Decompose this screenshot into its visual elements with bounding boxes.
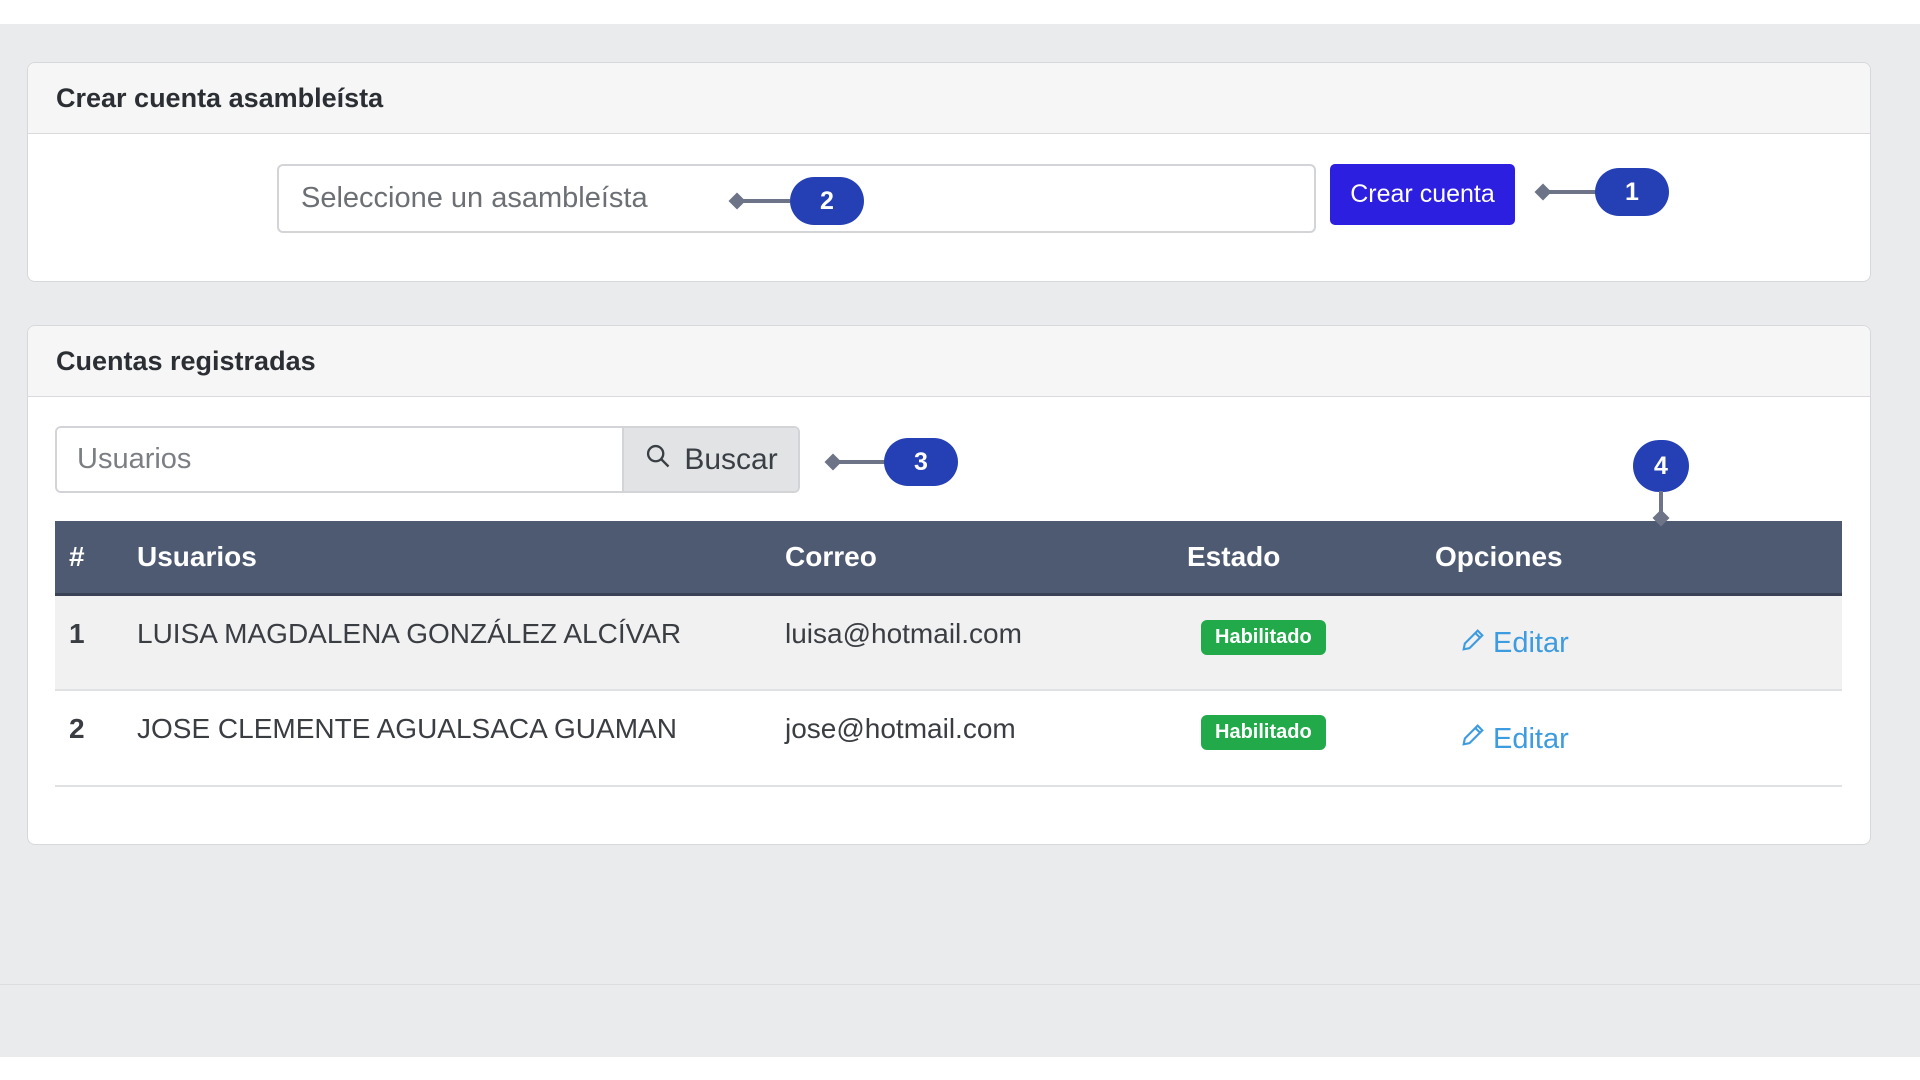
table-row: 2 JOSE CLEMENTE AGUALSACA GUAMAN jose@ho… — [55, 690, 1842, 786]
registered-accounts-title: Cuentas registradas — [28, 326, 1870, 397]
row-name: JOSE CLEMENTE AGUALSACA GUAMAN — [137, 713, 677, 744]
row-options-cell: Editar — [1434, 594, 1842, 690]
row-index: 1 — [69, 617, 85, 649]
pencil-icon — [1459, 721, 1487, 757]
col-users: Usuarios — [136, 521, 784, 596]
edit-link[interactable]: Editar — [1459, 626, 1569, 662]
create-account-title: Crear cuenta asambleísta — [28, 63, 1870, 134]
row-status-cell: Habilitado — [1186, 690, 1434, 786]
accounts-table: # Usuarios Correo Estado Opciones 1 LUIS… — [55, 521, 1842, 787]
row-email: luisa@hotmail.com — [785, 617, 1022, 649]
search-button-label: Buscar — [684, 442, 778, 476]
create-account-button[interactable]: Crear cuenta — [1330, 164, 1515, 225]
table-header-row: # Usuarios Correo Estado Opciones — [55, 521, 1842, 596]
col-options: Opciones — [1434, 521, 1842, 596]
callout-1: 1 — [1595, 168, 1669, 216]
row-email: jose@hotmail.com — [785, 713, 1016, 744]
status-badge: Habilitado — [1201, 619, 1326, 655]
table-row: 1 LUISA MAGDALENA GONZÁLEZ ALCÍVAR luisa… — [55, 594, 1842, 690]
pencil-icon — [1459, 626, 1487, 662]
callout-3: 3 — [884, 438, 958, 486]
row-name: LUISA MAGDALENA GONZÁLEZ ALCÍVAR — [137, 617, 682, 649]
search-button[interactable]: Buscar — [622, 428, 798, 491]
select-placeholder: Seleccione un asambleísta — [301, 182, 648, 214]
col-index: # — [55, 521, 136, 596]
edit-label: Editar — [1493, 627, 1569, 659]
create-account-card: Crear cuenta asambleísta Seleccione un a… — [27, 62, 1871, 282]
search-input[interactable] — [57, 428, 622, 491]
callout-3-connector — [834, 460, 886, 464]
footer — [0, 985, 1920, 1057]
row-options-cell: Editar — [1434, 690, 1842, 786]
edit-link[interactable]: Editar — [1459, 721, 1569, 757]
registered-accounts-card: Cuentas registradas Buscar # Usuarios Co… — [27, 325, 1871, 845]
edit-label: Editar — [1493, 722, 1569, 755]
callout-1-connector — [1544, 190, 1596, 194]
search-icon — [644, 442, 672, 478]
row-index: 2 — [69, 713, 85, 744]
col-email: Correo — [784, 521, 1186, 596]
search-group: Buscar — [55, 426, 800, 493]
callout-2-connector — [738, 199, 790, 203]
status-badge: Habilitado — [1201, 715, 1326, 750]
callout-4: 4 — [1633, 440, 1689, 492]
col-status: Estado — [1186, 521, 1434, 596]
row-status-cell: Habilitado — [1186, 594, 1434, 690]
callout-2: 2 — [790, 177, 864, 225]
